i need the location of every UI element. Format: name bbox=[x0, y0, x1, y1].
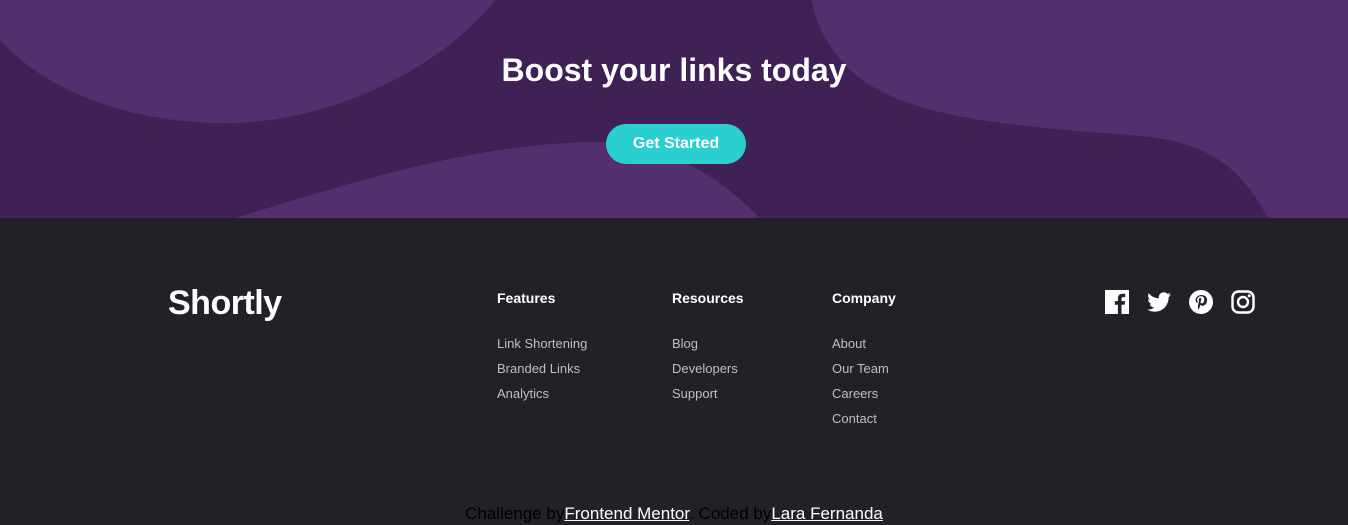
attribution-challenge-prefix: Challenge by bbox=[465, 504, 565, 523]
footer-heading-resources: Resources bbox=[672, 290, 744, 306]
footer-link-branded-links[interactable]: Branded Links bbox=[497, 360, 587, 385]
footer-link-developers[interactable]: Developers bbox=[672, 360, 744, 385]
footer-link-careers[interactable]: Careers bbox=[832, 385, 896, 410]
boost-background-shapes bbox=[0, 0, 1348, 218]
facebook-icon[interactable] bbox=[1105, 290, 1129, 314]
frontend-mentor-link[interactable]: Frontend Mentor bbox=[564, 504, 689, 523]
footer-logo[interactable]: Shortly bbox=[168, 284, 282, 323]
get-started-button[interactable]: Get Started bbox=[606, 124, 746, 164]
instagram-icon[interactable] bbox=[1231, 290, 1255, 314]
footer-column-features: Features Link Shortening Branded Links A… bbox=[497, 290, 587, 410]
boost-title: Boost your links today bbox=[501, 52, 847, 88]
social-links bbox=[1105, 290, 1255, 314]
footer-link-support[interactable]: Support bbox=[672, 385, 744, 410]
footer-link-our-team[interactable]: Our Team bbox=[832, 360, 896, 385]
footer-column-resources: Resources Blog Developers Support bbox=[672, 290, 744, 410]
footer-link-analytics[interactable]: Analytics bbox=[497, 385, 587, 410]
twitter-icon[interactable] bbox=[1147, 290, 1171, 314]
attribution: Challenge byFrontend Mentor. Coded byLar… bbox=[0, 504, 1348, 524]
footer-heading-features: Features bbox=[497, 290, 556, 306]
footer-link-link-shortening[interactable]: Link Shortening bbox=[497, 335, 587, 360]
footer-link-about[interactable]: About bbox=[832, 335, 896, 360]
footer: Shortly Features Link Shortening Branded… bbox=[0, 218, 1348, 525]
footer-link-blog[interactable]: Blog bbox=[672, 335, 744, 360]
attribution-coded-prefix: . Coded by bbox=[689, 504, 772, 523]
footer-link-contact[interactable]: Contact bbox=[832, 410, 896, 435]
footer-column-company: Company About Our Team Careers Contact bbox=[832, 290, 896, 435]
boost-section: Boost your links today Get Started bbox=[0, 0, 1348, 218]
footer-heading-company: Company bbox=[832, 290, 896, 306]
author-link[interactable]: Lara Fernanda bbox=[771, 504, 883, 523]
pinterest-icon[interactable] bbox=[1189, 290, 1213, 314]
